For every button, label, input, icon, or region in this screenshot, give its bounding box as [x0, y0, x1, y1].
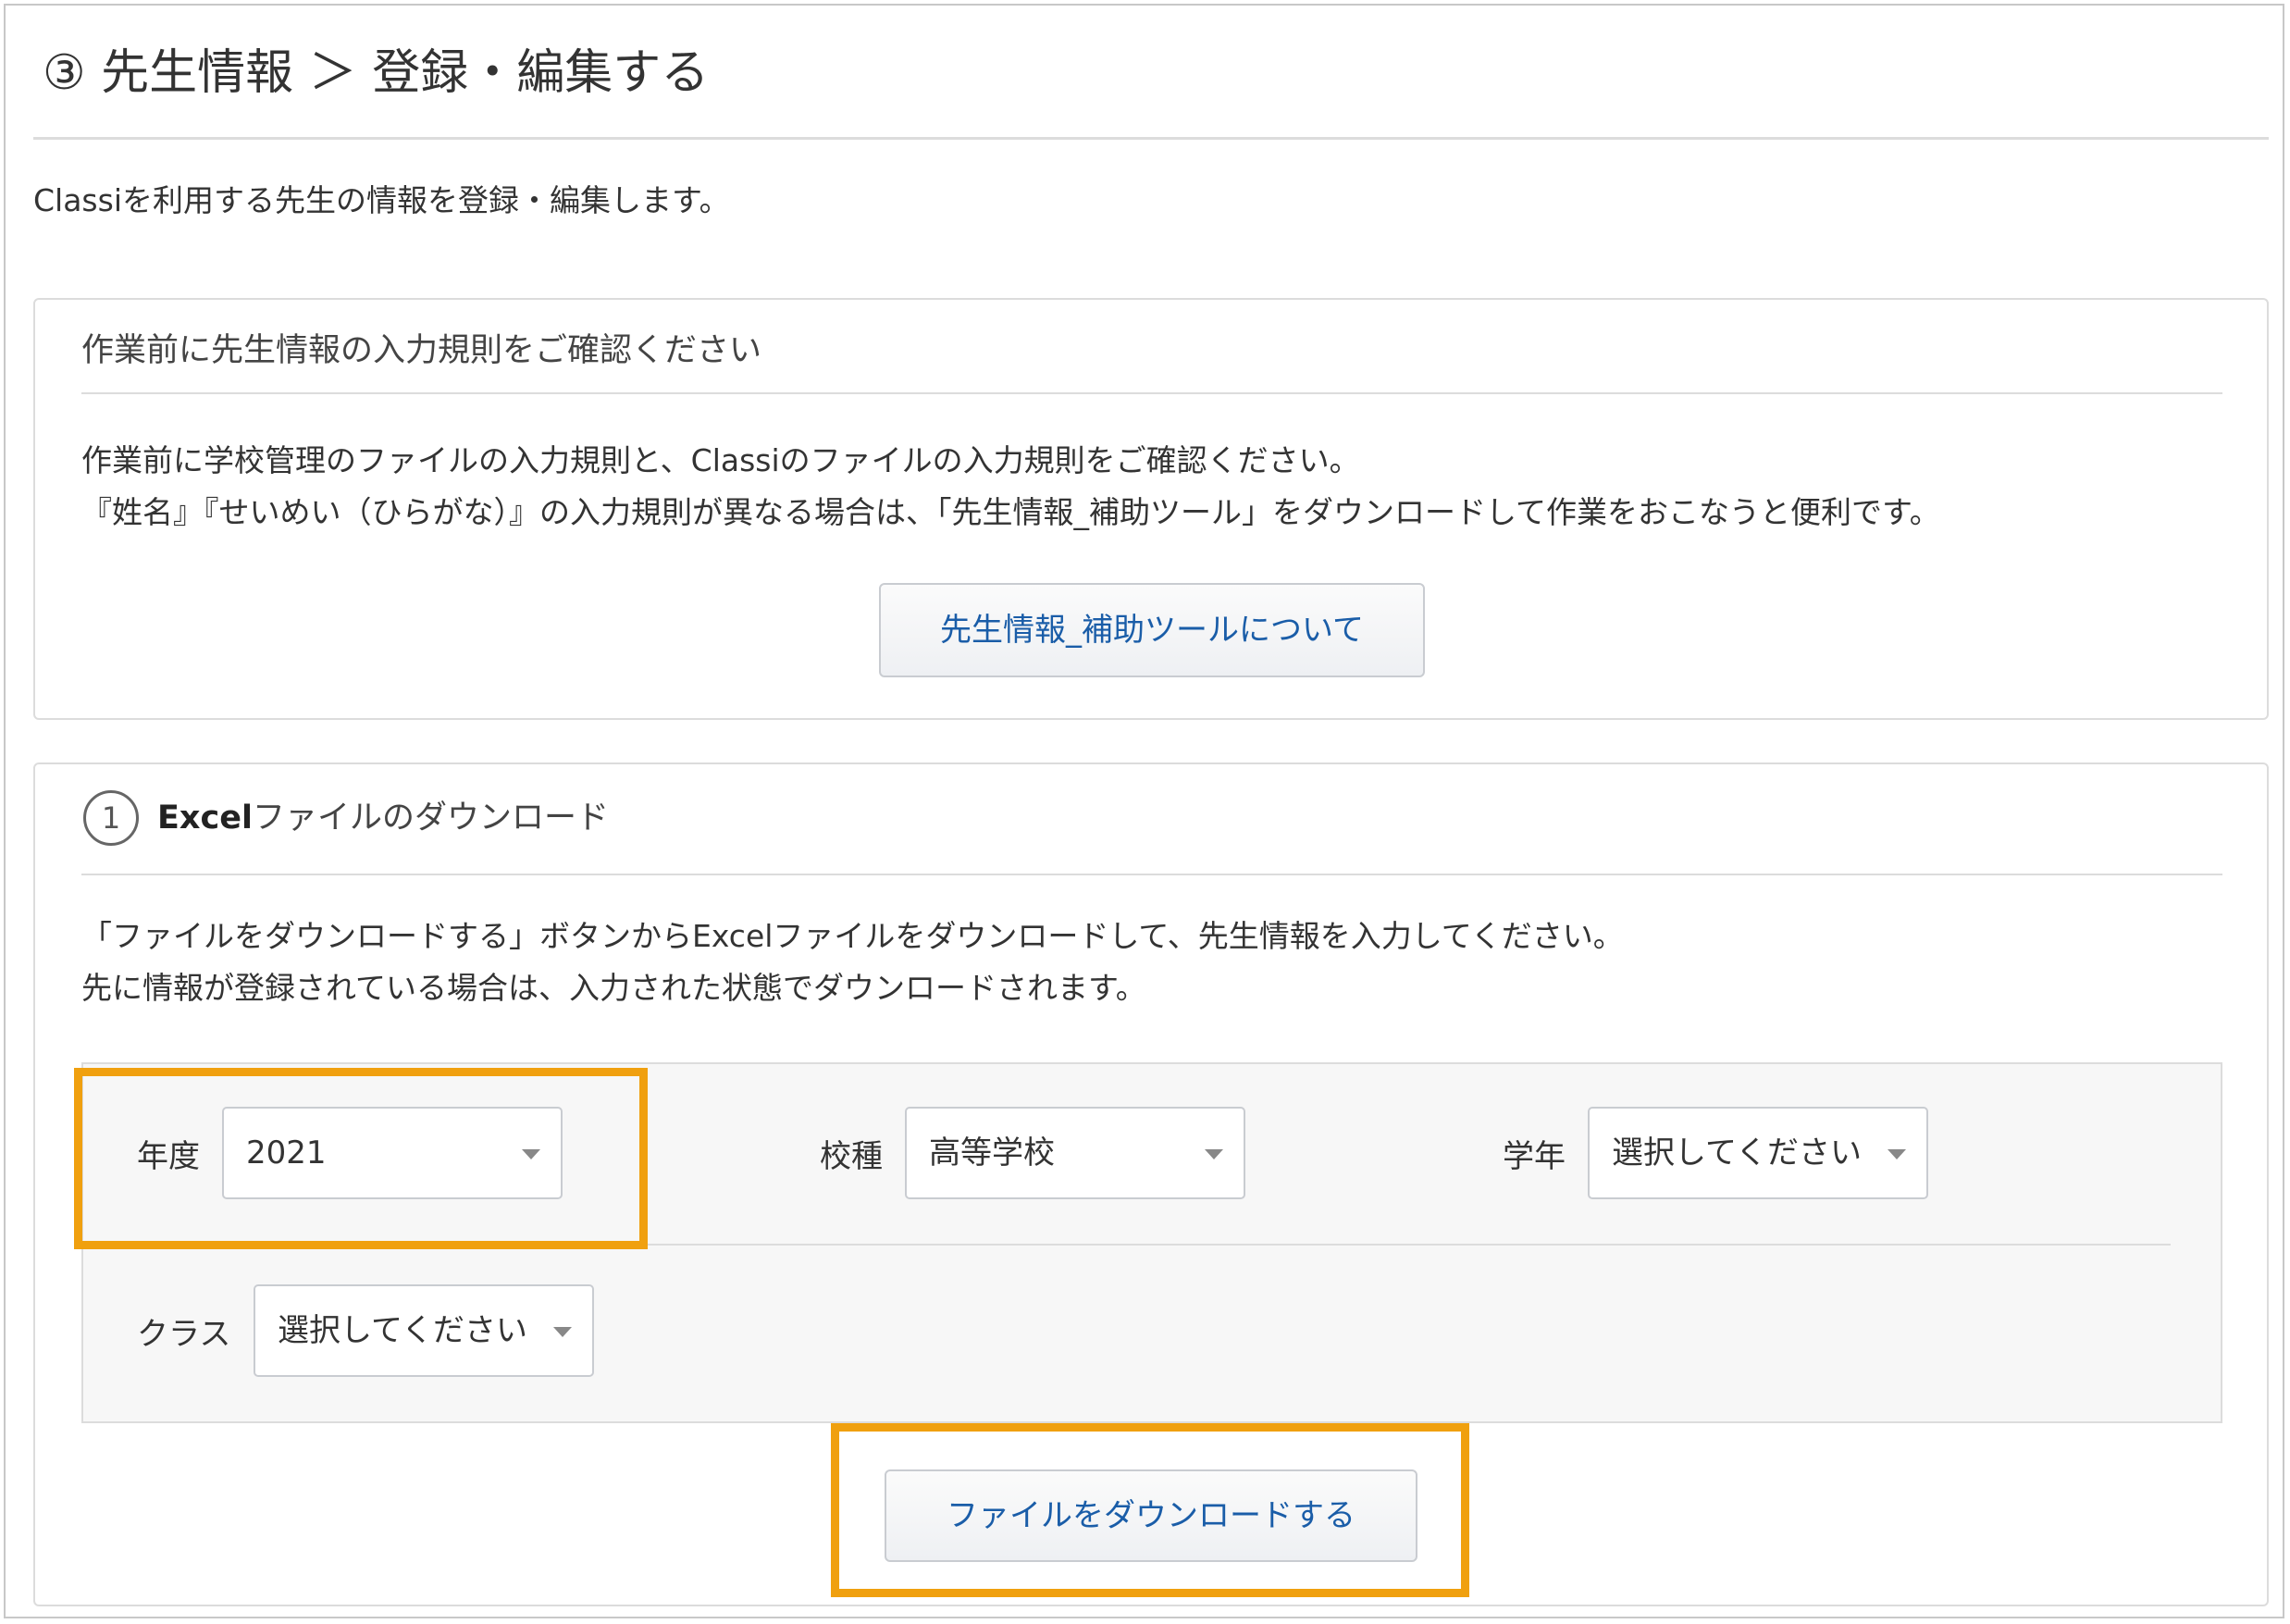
title-divider	[33, 137, 2269, 140]
grade-select-value: 選択してください	[1612, 1134, 1862, 1172]
input-rules-description: 作業前に学校管理のファイルの入力規則と、Classiのファイルの入力規則をご確認…	[81, 435, 1940, 539]
download-button-highlight-box	[831, 1423, 1469, 1597]
excel-download-line-2: 先に情報が登録されている場合は、入力された状態でダウンロードされます。	[81, 970, 1146, 1006]
input-rules-line-2: 『姓名』『せいめい（ひらがな）』の入力規則が異なる場合は、「先生情報_補助ツール…	[81, 494, 1940, 530]
school-type-select-value: 高等学校	[929, 1134, 1055, 1172]
chevron-down-icon	[1888, 1149, 1906, 1159]
class-select[interactable]: 選択してください	[254, 1284, 594, 1377]
input-rules-panel: 作業前に先生情報の入力規則をご確認ください 作業前に学校管理のファイルの入力規則…	[33, 298, 2269, 720]
class-select-value: 選択してください	[278, 1312, 527, 1349]
heading-excel-word: Excel	[157, 800, 253, 837]
page-description: Classiを利用する先生の情報を登録・編集します。	[33, 182, 730, 218]
panel-divider	[81, 874, 2222, 875]
page-title: ③ 先生情報 ＞ 登録・編集する	[43, 45, 710, 101]
input-rules-heading: 作業前に先生情報の入力規則をご確認ください	[81, 332, 762, 369]
input-rules-line-1: 作業前に学校管理のファイルの入力規則と、Classiのファイルの入力規則をご確認…	[81, 442, 1360, 478]
excel-download-line-1: 「ファイルをダウンロードする」ボタンからExcelファイルをダウンロードして、先…	[81, 918, 1624, 954]
class-label: クラス	[137, 1316, 231, 1353]
heading-rest: ファイルのダウンロード	[252, 800, 609, 837]
school-type-label: 校種	[820, 1138, 883, 1175]
helper-tool-info-button[interactable]: 先生情報_補助ツールについて	[879, 583, 1425, 677]
grade-select[interactable]: 選択してください	[1588, 1107, 1928, 1199]
grade-label: 学年	[1503, 1138, 1566, 1175]
page-frame: ③ 先生情報 ＞ 登録・編集する Classiを利用する先生の情報を登録・編集し…	[4, 4, 2284, 1618]
excel-download-description: 「ファイルをダウンロードする」ボタンからExcelファイルをダウンロードして、先…	[81, 911, 1624, 1014]
excel-download-heading: Excelファイルのダウンロード	[157, 790, 609, 846]
chevron-down-icon	[553, 1327, 572, 1337]
school-type-select[interactable]: 高等学校	[905, 1107, 1245, 1199]
chevron-down-icon	[1205, 1149, 1223, 1159]
step-number-badge: 1	[83, 790, 139, 846]
year-highlight-box	[74, 1068, 648, 1249]
panel-divider	[81, 392, 2222, 394]
